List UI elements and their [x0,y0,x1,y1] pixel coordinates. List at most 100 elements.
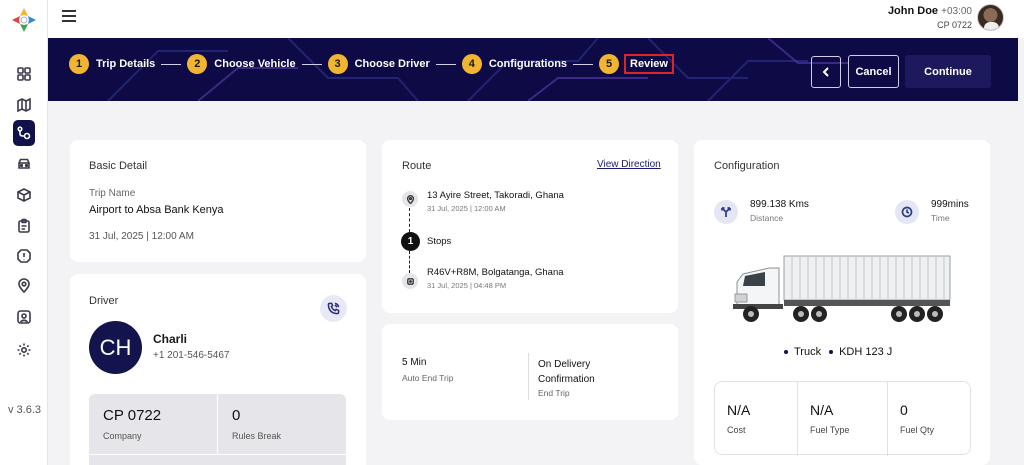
auto-end-value: 5 Min [402,357,427,368]
step-label: Choose Vehicle [214,58,296,70]
step-label: Review [624,54,674,74]
stat-label: Rules Break [232,431,282,441]
truck-image [733,255,951,322]
step-number: 1 [69,54,89,74]
step-label: Configurations [488,58,568,70]
stat-rules-break: 0 Rules Break [217,394,345,454]
location-icon[interactable] [14,276,34,296]
destination-pin-icon [402,273,418,289]
step-number: 4 [461,54,482,74]
back-button[interactable] [811,56,841,88]
stat-value: 0 [232,407,241,424]
box-icon[interactable] [14,185,34,205]
fuel-type-value: N/A [810,402,834,418]
origin-time: 31 Jul, 2025 | 12:00 AM [427,204,506,213]
step-connector [161,63,182,65]
trips-icon[interactable] [13,120,35,146]
stat-company: CP 0722 Company [89,394,217,454]
step-connector [573,63,594,65]
time-value: 999mins [931,199,969,210]
auto-end-label: Auto End Trip [402,373,454,383]
origin-address: 13 Ayire Street, Takoradi, Ghana [427,190,564,201]
fuel-type-label: Fuel Type [810,425,850,435]
step-connector [301,63,322,65]
card-title: Driver [89,295,119,307]
step-trip-details[interactable]: 1 Trip Details [69,54,155,74]
avatar[interactable] [977,4,1004,31]
fuel-qty-value: 0 [900,402,908,418]
fuel-type-cell: N/A Fuel Type [797,382,887,456]
step-choose-driver[interactable]: 3 Choose Driver [327,54,430,74]
step-label: Trip Details [96,58,156,70]
vehicle-icon[interactable] [14,154,34,174]
distance-label: Distance [750,213,784,223]
step-number: 5 [599,54,620,74]
vehicle-type: Truck [794,346,822,358]
chevron-left-icon [822,67,829,77]
driver-avatar: CH [89,321,142,374]
bullet [829,350,834,354]
cost-value: N/A [727,402,751,418]
map-icon[interactable] [14,95,34,115]
end-trip-label: End Trip [538,388,570,398]
step-number: 3 [327,54,348,74]
stat-value: CP 0722 [103,407,162,424]
menu-icon[interactable] [62,10,76,22]
step-connector [435,63,456,65]
vehicle-plate: KDH 123 J [839,346,893,358]
step-configurations[interactable]: 4 Configurations [461,54,568,74]
stat-label: Company [103,431,142,441]
origin-pin-icon [402,191,418,207]
stepper: 1 Trip Details 2 Choose Vehicle 3 Choose… [69,54,674,74]
configuration-card: Configuration 899.138 Kms Distance 999mi… [694,140,990,465]
step-number: 2 [187,54,208,74]
card-title: Configuration [714,160,780,172]
dashboard-icon[interactable] [14,64,34,84]
driver-card: Driver CH Charli +1 201-546-5467 CP 0722… [70,274,366,465]
end-trip-card: 5 Min Auto End Trip On Delivery Confirma… [382,324,678,420]
card-title: Route [402,160,432,172]
clock-icon [895,200,919,224]
settings-icon[interactable] [14,340,34,360]
user-name: John Doe [887,5,939,17]
step-review[interactable]: 5 Review [599,54,674,74]
cost-cell: N/A Cost [715,382,797,456]
end-trip-value: On Delivery Confirmation [538,359,595,385]
view-direction-link[interactable]: View Direction [597,159,661,170]
driver-name: Charli [153,332,188,346]
user-icon[interactable] [14,307,34,327]
trip-name-label: Trip Name [89,188,136,199]
clipboard-icon[interactable] [14,216,34,236]
driver-stats: CP 0722 Company 0 Rules Break [89,394,346,465]
destination-address: R46V+R8M, Bolgatanga, Ghana [427,267,564,278]
stops-label: Stops [427,236,452,247]
sidebar: v 3.6.3 [0,0,48,465]
trip-datetime: 31 Jul, 2025 | 12:00 AM [89,231,194,242]
destination-time: 31 Jul, 2025 | 04:48 PM [427,281,507,290]
card-title: Basic Detail [89,160,148,172]
route-line [409,251,410,273]
stops-count: 1 [401,232,420,251]
vehicle-summary: Truck KDH 123 J [784,346,892,358]
user-info[interactable]: John Doe +03:00 CP 0722 [888,5,972,30]
time-label: Time [931,213,950,223]
top-bar: John Doe +03:00 CP 0722 [48,0,1024,38]
call-driver-button[interactable] [320,295,347,322]
fuel-qty-cell: 0 Fuel Qty [887,382,970,456]
cancel-button[interactable]: Cancel [848,55,899,88]
app-version: v 3.6.3 [8,404,42,416]
stat-divider [89,454,346,455]
step-label: Choose Driver [354,58,430,70]
divider [528,353,529,400]
distance-icon [714,200,738,224]
user-timezone: +03:00 [941,6,972,17]
driver-phone: +1 201-546-5467 [153,350,230,361]
cost-label: Cost [727,425,746,435]
step-choose-vehicle[interactable]: 2 Choose Vehicle [187,54,296,74]
user-name-line: John Doe +03:00 [888,5,972,17]
alert-icon[interactable] [14,246,34,266]
continue-button[interactable]: Continue [905,55,991,88]
app-logo-icon[interactable] [10,6,38,34]
trip-name: Airport to Absa Bank Kenya [89,204,224,216]
basic-detail-card: Basic Detail Trip Name Airport to Absa B… [70,140,366,262]
